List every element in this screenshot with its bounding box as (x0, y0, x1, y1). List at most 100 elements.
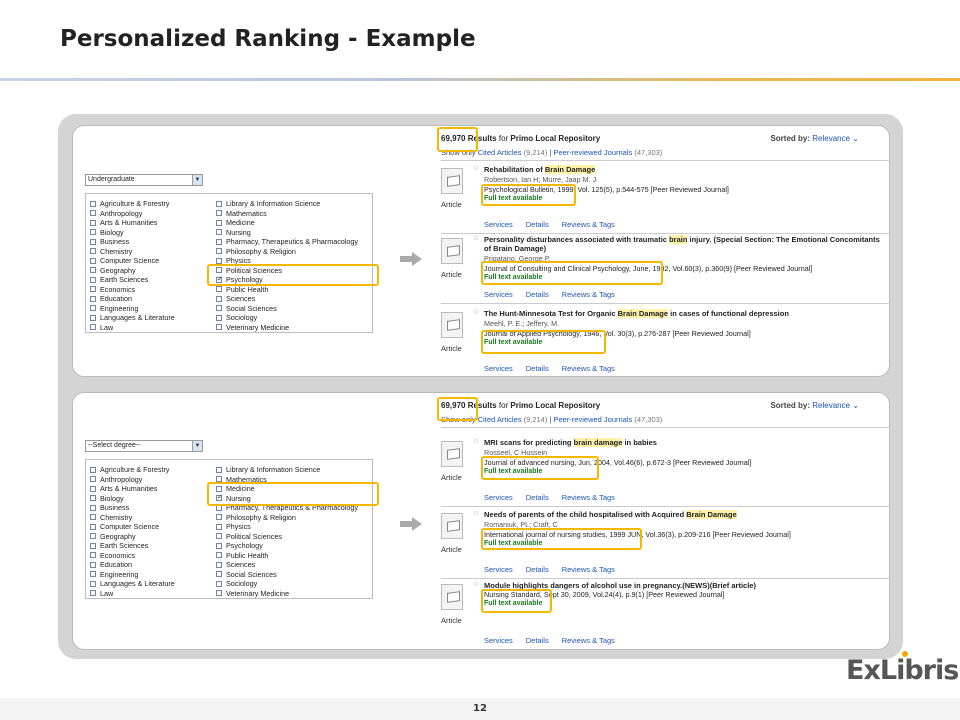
subject-option[interactable]: Philosophy & Religion (216, 513, 358, 523)
subject-checkbox[interactable] (90, 580, 96, 587)
subject-checkbox[interactable] (216, 286, 222, 293)
subject-checkbox[interactable] (216, 542, 222, 549)
subject-checkbox[interactable] (90, 286, 96, 293)
peer-reviewed-link[interactable]: Peer-reviewed Journals (553, 415, 632, 424)
subject-option[interactable]: Mathematics (216, 475, 358, 485)
subject-checkbox[interactable] (90, 466, 96, 473)
subject-checkbox[interactable] (216, 493, 223, 503)
subject-checkbox[interactable] (216, 295, 222, 302)
cited-articles-link[interactable]: Cited Articles (478, 148, 522, 157)
subject-checkbox[interactable] (216, 248, 222, 255)
subject-checkbox[interactable] (216, 238, 222, 245)
subject-checkbox[interactable] (216, 485, 222, 492)
star-icon[interactable]: ☆ (473, 437, 479, 445)
details-tab[interactable]: Details (526, 493, 549, 502)
subject-checkbox[interactable] (90, 276, 96, 283)
subject-option[interactable]: Geography (90, 266, 175, 276)
subject-checkbox[interactable] (90, 571, 96, 578)
subject-checkbox[interactable] (216, 324, 222, 331)
subject-checkbox[interactable] (90, 314, 96, 321)
subject-checkbox[interactable] (90, 238, 96, 245)
subject-checkbox[interactable] (90, 523, 96, 530)
reviews-tags-tab[interactable]: Reviews & Tags (562, 290, 615, 299)
record-title[interactable]: MRI scans for predicting brain damage in… (484, 438, 884, 447)
subject-checkbox[interactable] (216, 257, 222, 264)
subject-checkbox[interactable] (216, 561, 222, 568)
subject-option[interactable]: Chemistry (90, 513, 175, 523)
subject-option[interactable]: Languages & Literature (90, 313, 175, 323)
reviews-tags-tab[interactable]: Reviews & Tags (562, 364, 615, 373)
subject-option[interactable]: Medicine (216, 484, 358, 494)
subject-option[interactable]: Political Sciences (216, 266, 358, 276)
fulltext-link[interactable]: Full text available (484, 339, 542, 346)
record-title[interactable]: Personality disturbances associated with… (484, 235, 884, 253)
subject-checkbox[interactable] (216, 552, 222, 559)
record-title[interactable]: Needs of parents of the child hospitalis… (484, 510, 884, 519)
services-tab[interactable]: Services (484, 290, 513, 299)
services-tab[interactable]: Services (484, 220, 513, 229)
subject-checkbox[interactable] (90, 504, 96, 511)
subject-option[interactable]: Public Health (216, 285, 358, 295)
subject-option[interactable]: Law (90, 323, 175, 333)
reviews-tags-tab[interactable]: Reviews & Tags (562, 636, 615, 645)
subject-option[interactable]: Sociology (216, 579, 358, 589)
subject-option[interactable]: Earth Sciences (90, 541, 175, 551)
services-tab[interactable]: Services (484, 364, 513, 373)
subject-checkbox[interactable] (216, 590, 222, 597)
fulltext-link[interactable]: Full text available (484, 540, 542, 547)
details-tab[interactable]: Details (526, 636, 549, 645)
details-tab[interactable]: Details (526, 290, 549, 299)
subject-option[interactable]: Library & Information Science (216, 199, 358, 209)
subject-checkbox[interactable] (90, 295, 96, 302)
subject-option[interactable]: Pharmacy, Therapeutics & Pharmacology (216, 503, 358, 513)
subject-checkbox[interactable] (216, 533, 222, 540)
details-tab[interactable]: Details (526, 364, 549, 373)
subject-option[interactable]: Biology (90, 228, 175, 238)
subject-checkbox[interactable] (90, 267, 96, 274)
subject-option[interactable]: Pharmacy, Therapeutics & Pharmacology (216, 237, 358, 247)
subject-option[interactable]: Psychology (216, 541, 358, 551)
star-icon[interactable]: ☆ (473, 580, 479, 588)
subject-checkbox[interactable] (90, 533, 96, 540)
subject-checkbox[interactable] (216, 305, 222, 312)
subject-checkbox[interactable] (216, 200, 222, 207)
subject-option[interactable]: Earth Sciences (90, 275, 175, 285)
peer-reviewed-link[interactable]: Peer-reviewed Journals (553, 148, 632, 157)
subject-option[interactable]: Education (90, 294, 175, 304)
subject-option[interactable]: Biology (90, 494, 175, 504)
subject-checkbox[interactable] (216, 476, 222, 483)
reviews-tags-tab[interactable]: Reviews & Tags (562, 565, 615, 574)
subject-checkbox[interactable] (216, 514, 222, 521)
subject-checkbox[interactable] (90, 229, 96, 236)
subject-checkbox[interactable] (90, 219, 96, 226)
subject-option[interactable]: Engineering (90, 304, 175, 314)
services-tab[interactable]: Services (484, 565, 513, 574)
subject-option[interactable]: Law (90, 589, 175, 599)
subject-checkbox[interactable] (90, 561, 96, 568)
subject-checkbox[interactable] (90, 248, 96, 255)
subject-checkbox[interactable] (90, 200, 96, 207)
subject-option[interactable]: Public Health (216, 551, 358, 561)
subject-option[interactable]: Education (90, 560, 175, 570)
subject-checkbox[interactable] (90, 495, 96, 502)
subject-checkbox[interactable] (90, 552, 96, 559)
subject-option[interactable]: Computer Science (90, 522, 175, 532)
subject-option[interactable]: Medicine (216, 218, 358, 228)
subject-option[interactable]: Physics (216, 522, 358, 532)
cited-articles-link[interactable]: Cited Articles (478, 415, 522, 424)
subject-option[interactable]: Social Sciences (216, 570, 358, 580)
subject-checkbox[interactable] (90, 305, 96, 312)
subject-checkbox[interactable] (216, 229, 222, 236)
sort-control[interactable]: Sorted by: Relevance ⌄ (770, 401, 859, 410)
subject-option[interactable]: Chemistry (90, 247, 175, 257)
subject-checkbox[interactable] (216, 466, 222, 473)
subject-checkbox[interactable] (90, 257, 96, 264)
subject-option[interactable]: Psychology (216, 275, 358, 285)
subject-checkbox[interactable] (216, 210, 222, 217)
subject-checkbox[interactable] (90, 210, 96, 217)
degree-select[interactable]: --Select degree-- ▼ (85, 440, 203, 452)
services-tab[interactable]: Services (484, 493, 513, 502)
services-tab[interactable]: Services (484, 636, 513, 645)
fulltext-link[interactable]: Full text available (484, 600, 542, 607)
subject-checkbox[interactable] (216, 219, 222, 226)
